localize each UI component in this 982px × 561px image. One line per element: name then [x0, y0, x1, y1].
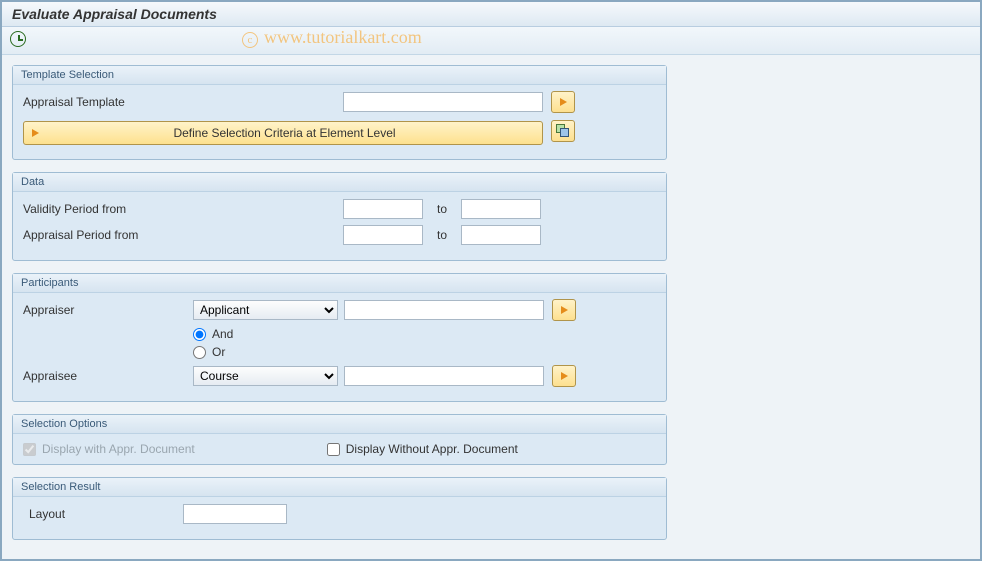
appraisee-browse-button[interactable]: [552, 365, 576, 387]
appraisal-from-input[interactable]: [343, 225, 423, 245]
group-selection-result: Selection Result Layout: [12, 477, 667, 540]
appraiser-select[interactable]: Applicant: [193, 300, 338, 320]
checkbox-display-with: [23, 443, 36, 456]
appraisal-period-label: Appraisal Period from: [23, 228, 193, 242]
overlap-variants-button[interactable]: [551, 120, 575, 142]
define-selection-criteria-button[interactable]: Define Selection Criteria at Element Lev…: [23, 121, 543, 145]
validity-to-input[interactable]: [461, 199, 541, 219]
define-selection-criteria-label: Define Selection Criteria at Element Lev…: [47, 126, 542, 140]
appraisee-select[interactable]: Course: [193, 366, 338, 386]
display-without-label: Display Without Appr. Document: [346, 442, 518, 456]
checkbox-display-without[interactable]: [327, 443, 340, 456]
radio-or[interactable]: [193, 346, 206, 359]
layout-label: Layout: [23, 507, 183, 521]
overlap-icon: [556, 124, 570, 138]
appraisal-to-input[interactable]: [461, 225, 541, 245]
content-area: Template Selection Appraisal Template De…: [2, 55, 980, 561]
validity-to-label: to: [437, 202, 447, 216]
group-template-selection: Template Selection Appraisal Template De…: [12, 65, 667, 160]
title-bar: Evaluate Appraisal Documents: [2, 2, 980, 27]
execute-clock-icon[interactable]: [10, 31, 26, 47]
group-header-result: Selection Result: [13, 478, 666, 497]
arrow-right-icon: [32, 129, 39, 137]
appraisee-label: Appraisee: [23, 369, 193, 383]
arrow-right-icon: [560, 98, 567, 106]
page-title: Evaluate Appraisal Documents: [12, 6, 970, 22]
appraisal-to-label: to: [437, 228, 447, 242]
validity-from-input[interactable]: [343, 199, 423, 219]
radio-and[interactable]: [193, 328, 206, 341]
appraiser-browse-button[interactable]: [552, 299, 576, 321]
group-data: Data Validity Period from to Appraisal P…: [12, 172, 667, 261]
arrow-right-icon: [561, 372, 568, 380]
group-header-data: Data: [13, 173, 666, 192]
toolbar: [2, 27, 980, 55]
appraisal-template-browse-button[interactable]: [551, 91, 575, 113]
layout-input[interactable]: [183, 504, 287, 524]
appraisal-template-label: Appraisal Template: [23, 95, 193, 109]
group-header-template: Template Selection: [13, 66, 666, 85]
appraisee-input[interactable]: [344, 366, 544, 386]
group-header-participants: Participants: [13, 274, 666, 293]
display-with-label: Display with Appr. Document: [42, 442, 195, 456]
appraisal-template-input[interactable]: [343, 92, 543, 112]
appraiser-input[interactable]: [344, 300, 544, 320]
appraiser-label: Appraiser: [23, 303, 193, 317]
validity-period-label: Validity Period from: [23, 202, 193, 216]
group-participants: Participants Appraiser Applicant And: [12, 273, 667, 402]
group-header-options: Selection Options: [13, 415, 666, 434]
arrow-right-icon: [561, 306, 568, 314]
radio-and-label: And: [212, 327, 233, 341]
radio-or-label: Or: [212, 345, 225, 359]
group-selection-options: Selection Options Display with Appr. Doc…: [12, 414, 667, 465]
